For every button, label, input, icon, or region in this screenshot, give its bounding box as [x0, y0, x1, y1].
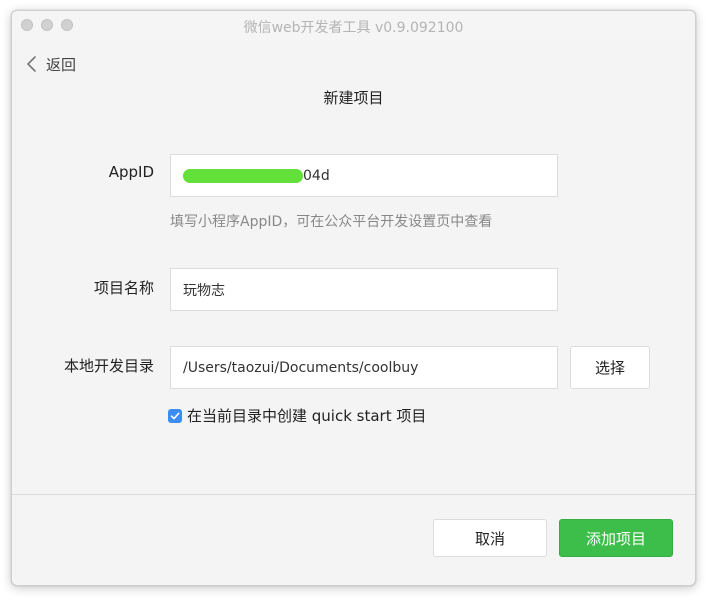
appid-input[interactable]: 04d — [170, 154, 558, 197]
appid-label: AppID — [108, 163, 154, 181]
choose-dir-button[interactable]: 选择 — [570, 346, 650, 389]
cancel-button[interactable]: 取消 — [433, 519, 547, 557]
checkmark-icon — [170, 412, 180, 419]
local-dir-value: /Users/taozui/Documents/coolbuy — [183, 359, 419, 376]
project-name-input[interactable]: 玩物志 — [170, 268, 558, 311]
title-bar: 微信web开发者工具 v0.9.092100 — [12, 11, 695, 40]
chevron-left-icon — [24, 54, 40, 74]
appid-hint: 填写小程序AppID，可在公众平台开发设置页中查看 — [170, 214, 493, 230]
back-button[interactable]: 返回 — [24, 53, 76, 75]
quick-start-option[interactable]: 在当前目录中创建 quick start 项目 — [168, 405, 426, 426]
redaction-mark — [183, 168, 303, 183]
page-title: 新建项目 — [323, 89, 384, 107]
app-window: 微信web开发者工具 v0.9.092100 返回 新建项目 AppID 04d… — [11, 10, 696, 586]
local-dir-input[interactable]: /Users/taozui/Documents/coolbuy — [170, 346, 558, 389]
project-name-value: 玩物志 — [183, 282, 225, 299]
quick-start-label: 在当前目录中创建 quick start 项目 — [187, 407, 427, 425]
window-title: 微信web开发者工具 v0.9.092100 — [243, 20, 464, 36]
add-project-button[interactable]: 添加项目 — [559, 519, 673, 557]
back-label: 返回 — [46, 55, 77, 74]
local-dir-label: 本地开发目录 — [63, 357, 154, 375]
quick-start-checkbox[interactable] — [168, 408, 182, 423]
appid-visible-suffix: 04d — [303, 167, 330, 184]
footer-divider — [12, 494, 695, 495]
project-name-label: 项目名称 — [93, 279, 154, 297]
